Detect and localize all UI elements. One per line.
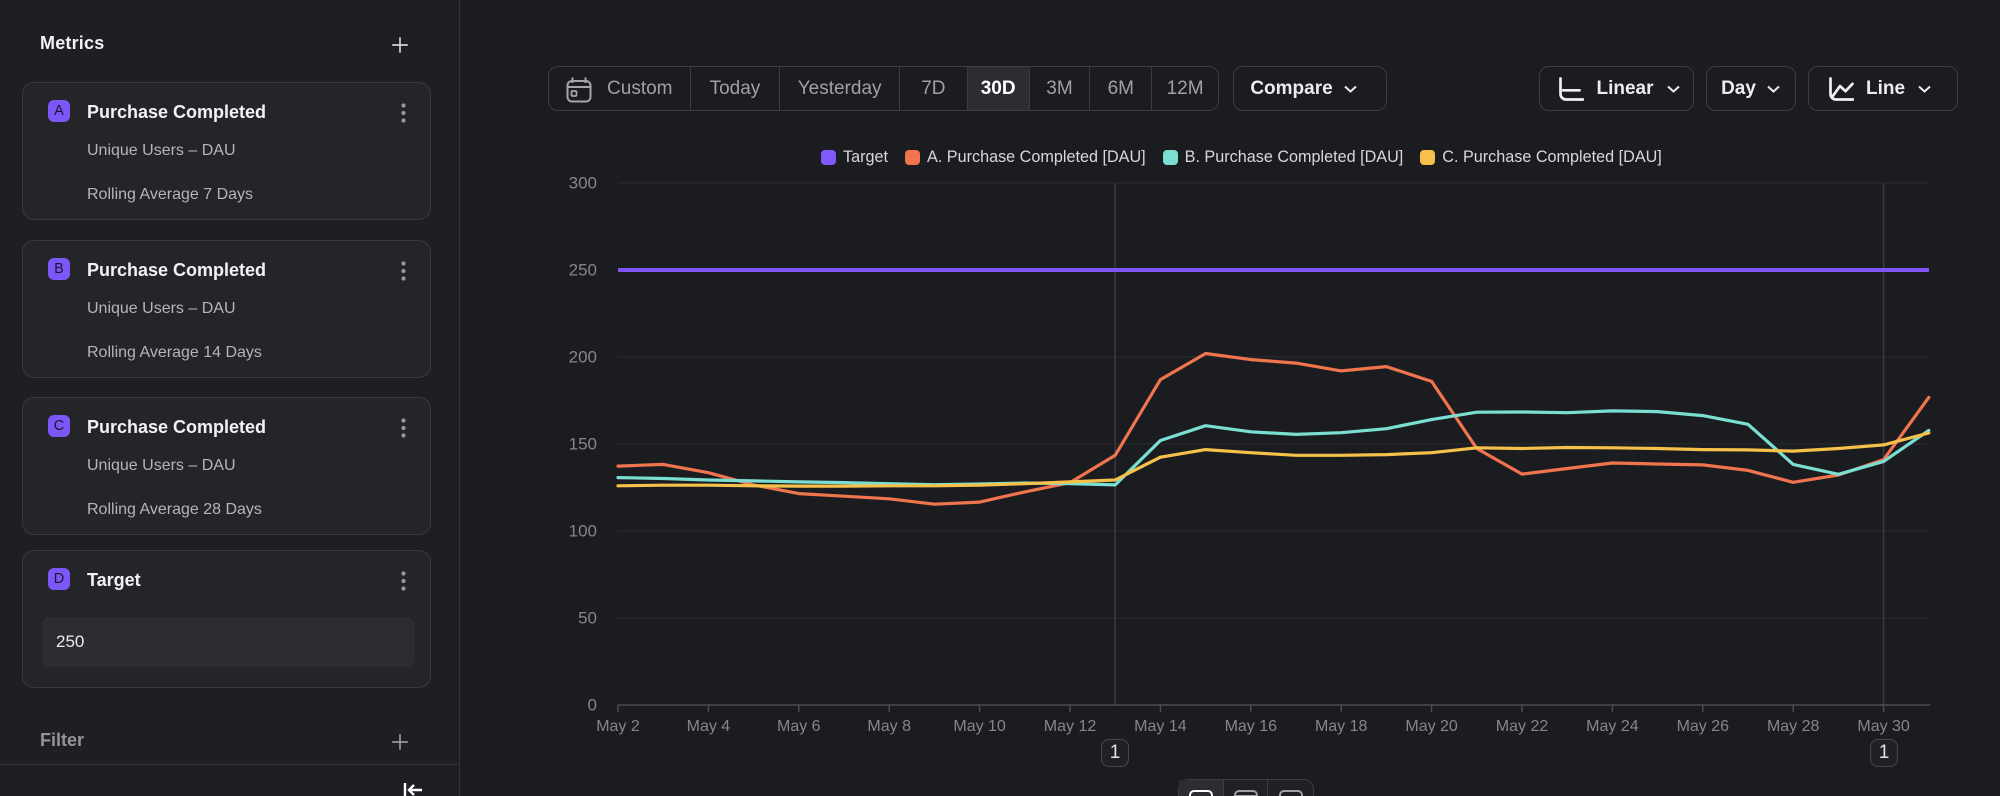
svg-text:May 12: May 12 xyxy=(1044,718,1097,735)
svg-text:150: 150 xyxy=(569,435,597,454)
svg-text:50: 50 xyxy=(578,609,597,628)
svg-text:May 8: May 8 xyxy=(867,718,911,735)
svg-text:May 22: May 22 xyxy=(1496,718,1549,735)
svg-text:May 20: May 20 xyxy=(1405,718,1458,735)
svg-text:0: 0 xyxy=(588,696,597,715)
svg-text:May 30: May 30 xyxy=(1857,718,1910,735)
svg-text:May 4: May 4 xyxy=(687,718,731,735)
svg-text:May 24: May 24 xyxy=(1586,718,1639,735)
svg-text:May 14: May 14 xyxy=(1134,718,1187,735)
svg-text:300: 300 xyxy=(569,174,597,193)
svg-text:250: 250 xyxy=(569,261,597,280)
svg-text:May 28: May 28 xyxy=(1767,718,1820,735)
svg-text:May 18: May 18 xyxy=(1315,718,1368,735)
svg-text:May 2: May 2 xyxy=(596,718,640,735)
svg-text:May 16: May 16 xyxy=(1225,718,1278,735)
svg-text:May 6: May 6 xyxy=(777,718,821,735)
svg-text:100: 100 xyxy=(569,522,597,541)
svg-text:200: 200 xyxy=(569,348,597,367)
svg-text:May 10: May 10 xyxy=(953,718,1006,735)
svg-text:May 26: May 26 xyxy=(1677,718,1730,735)
